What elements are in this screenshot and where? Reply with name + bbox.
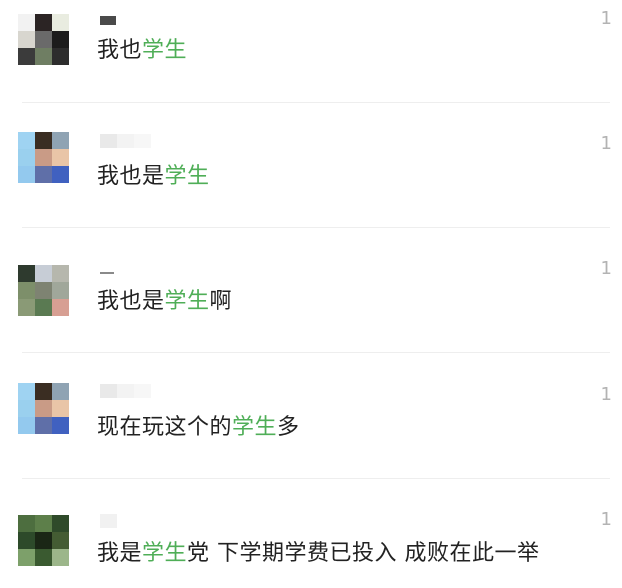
- username-blur: [100, 134, 117, 148]
- comment-keyword-link[interactable]: 学生: [165, 164, 210, 189]
- comment-text-before: 我也是: [97, 289, 165, 314]
- comment-text-before: 我是: [97, 541, 143, 566]
- avatar-cell: [52, 299, 69, 316]
- avatar-cell: [52, 282, 69, 299]
- avatar-cell: [35, 383, 52, 400]
- avatar-cell: [52, 166, 69, 183]
- avatar-cell: [52, 400, 69, 417]
- like-count[interactable]: 1: [601, 133, 612, 154]
- divider: [22, 352, 610, 353]
- avatar-cell: [35, 549, 52, 566]
- like-count[interactable]: 1: [601, 384, 612, 405]
- username-blur: [100, 272, 114, 274]
- avatar-cell: [35, 282, 52, 299]
- username-redacted[interactable]: [100, 384, 151, 398]
- avatar-cell: [18, 299, 35, 316]
- username-redacted[interactable]: [100, 514, 117, 528]
- comment-text: 我也是学生啊: [97, 288, 232, 316]
- avatar-cell: [52, 383, 69, 400]
- avatar-cell: [18, 265, 35, 282]
- username-blur: [117, 134, 134, 148]
- username-blur: [100, 384, 117, 398]
- comment-text-after: 啊: [209, 289, 233, 314]
- avatar-cell: [18, 132, 35, 149]
- avatar-cell: [35, 132, 52, 149]
- avatar-cell: [18, 515, 35, 532]
- avatar-cell: [52, 417, 69, 434]
- avatar-cell: [52, 532, 69, 549]
- avatar-cell: [18, 532, 35, 549]
- avatar-cell: [52, 132, 69, 149]
- comment-keyword-link[interactable]: 学生: [165, 289, 210, 314]
- comment-text-before: 现在玩这个的: [97, 415, 233, 440]
- like-count[interactable]: 1: [601, 509, 612, 530]
- comment-text: 我是学生党 下学期学费已投入 成败在此一举: [97, 540, 540, 568]
- avatar-cell: [35, 299, 52, 316]
- like-count[interactable]: 1: [601, 258, 612, 279]
- username-blur: [134, 134, 151, 148]
- avatar-cell: [18, 383, 35, 400]
- comment-keyword-link[interactable]: 学生: [142, 541, 187, 566]
- comment-text-after: 多: [277, 415, 300, 440]
- avatar-cell: [52, 549, 69, 566]
- comment-item: 我是学生党 下学期学费已投入 成败在此一举 1: [0, 0, 622, 566]
- comment-text-after: 党 下学期学费已投入 成败在此一举: [187, 541, 540, 566]
- avatar[interactable]: [18, 132, 69, 183]
- avatar-cell: [35, 515, 52, 532]
- avatar-cell: [18, 417, 35, 434]
- username-blur: [134, 384, 151, 398]
- avatar-cell: [18, 549, 35, 566]
- comment-text: 我也是学生: [97, 163, 210, 191]
- username-blur: [100, 514, 117, 528]
- avatar-cell: [35, 532, 52, 549]
- avatar-cell: [52, 515, 69, 532]
- avatar-cell: [35, 400, 52, 417]
- avatar-cell: [18, 166, 35, 183]
- comment-list: 我也学生 1 我也是学生 1 我也是学生啊 1 现在玩这个的学生多 1 我是学生…: [0, 0, 622, 588]
- username-redacted[interactable]: [100, 134, 151, 148]
- avatar[interactable]: [18, 515, 69, 566]
- avatar[interactable]: [18, 383, 69, 434]
- avatar-cell: [18, 400, 35, 417]
- divider: [22, 227, 610, 228]
- avatar-cell: [52, 265, 69, 282]
- username-blur: [117, 384, 134, 398]
- comment-keyword-link[interactable]: 学生: [232, 415, 277, 440]
- avatar-cell: [35, 166, 52, 183]
- avatar[interactable]: [18, 265, 69, 316]
- avatar-cell: [35, 149, 52, 166]
- divider: [22, 478, 610, 479]
- username-redacted[interactable]: [100, 266, 114, 280]
- avatar-cell: [35, 265, 52, 282]
- avatar-cell: [35, 417, 52, 434]
- avatar-cell: [52, 149, 69, 166]
- comment-text: 现在玩这个的学生多: [97, 414, 300, 442]
- avatar-cell: [18, 282, 35, 299]
- comment-text-before: 我也是: [97, 164, 165, 189]
- avatar-cell: [18, 149, 35, 166]
